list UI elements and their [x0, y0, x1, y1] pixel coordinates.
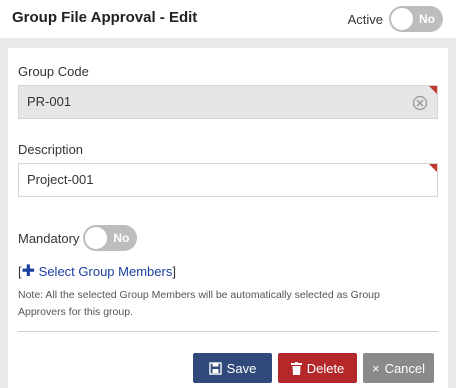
trash-icon	[290, 361, 302, 375]
clear-icon[interactable]	[412, 95, 428, 111]
note-text: Note: All the selected Group Members wil…	[18, 289, 380, 318]
save-label: Save	[226, 360, 257, 376]
mandatory-toggle[interactable]: No	[83, 225, 138, 251]
select-members-label: Select Group Members	[38, 264, 173, 279]
mandatory-toggle-text: No	[113, 231, 130, 245]
active-label: Active	[347, 11, 383, 27]
group-code-value: PR-001	[27, 94, 72, 109]
delete-button[interactable]: Delete	[278, 353, 357, 383]
save-button[interactable]: Save	[193, 353, 272, 383]
delete-label: Delete	[306, 360, 345, 376]
page-title: Group File Approval - Edit	[12, 9, 198, 26]
required-marker	[429, 164, 437, 172]
active-toggle-text: No	[419, 12, 435, 26]
page-header: Group File Approval - Edit Active No	[0, 0, 456, 38]
toggle-knob	[391, 8, 413, 30]
description-label: Description	[18, 142, 84, 157]
divider	[18, 331, 438, 332]
toggle-knob	[85, 227, 108, 249]
group-code-field: PR-001	[18, 85, 438, 119]
required-marker	[429, 86, 437, 94]
description-value: Project-001	[27, 172, 94, 187]
select-members-link[interactable]: [✚ Select Group Members]	[18, 261, 176, 281]
description-field[interactable]: Project-001	[18, 163, 438, 197]
bracket-close: ]	[172, 264, 176, 279]
close-icon: ×	[371, 360, 380, 376]
form-panel: Group Code PR-001 Description Project-00…	[8, 48, 448, 388]
mandatory-control: Mandatory No	[18, 225, 138, 251]
mandatory-label: Mandatory	[18, 230, 80, 246]
plus-icon: ✚	[21, 263, 36, 280]
cancel-label: Cancel	[384, 360, 426, 376]
active-control: Active No	[348, 6, 443, 32]
active-toggle[interactable]: No	[389, 6, 443, 32]
save-icon	[208, 361, 222, 375]
group-code-label: Group Code	[18, 64, 89, 79]
cancel-button[interactable]: × Cancel	[363, 353, 434, 383]
